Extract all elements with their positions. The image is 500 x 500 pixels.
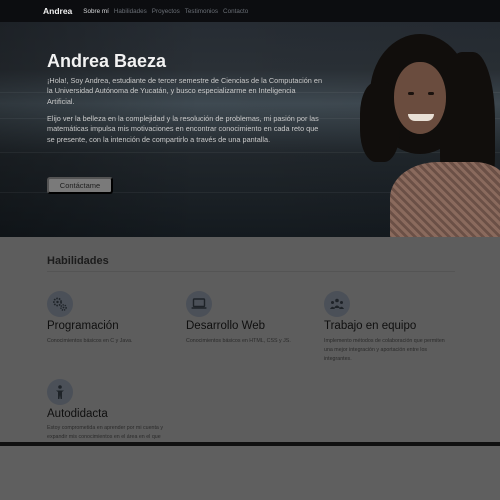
nav-link-habilidades[interactable]: Habilidades: [114, 8, 147, 15]
skill-desc-programacion: Conocimientos básicos en C y Java.: [47, 338, 133, 344]
section-divider: [47, 271, 455, 272]
skill-desc-desarrollo-web: Conocimientos básicos en HTML, CSS y JS.: [186, 338, 291, 344]
contact-button[interactable]: Contáctame: [47, 177, 113, 194]
page-bottom-area: [0, 446, 500, 500]
gears-icon: [47, 291, 73, 317]
nav-link-contacto[interactable]: Contacto: [223, 8, 248, 15]
skills-title: Habilidades: [47, 255, 109, 267]
eye-shape: [408, 92, 414, 95]
laptop-icon: [186, 291, 212, 317]
eye-shape: [428, 92, 434, 95]
smile-shape: [408, 114, 434, 121]
hero-intro-paragraph: ¡Hola!, Soy Andrea, estudiante de tercer…: [47, 76, 323, 106]
hero-title: Andrea Baeza: [47, 51, 167, 71]
top-navbar: Andrea Sobre mí Habilidades Proyectos Te…: [0, 0, 500, 22]
nav-link-sobre-mi[interactable]: Sobre mí: [83, 8, 109, 15]
sweater-shape: [390, 162, 500, 237]
skill-name-trabajo-en-equipo: Trabajo en equipo: [324, 320, 417, 332]
skill-name-autodidacta: Autodidacta: [47, 408, 108, 420]
portrait-photo: [350, 22, 500, 237]
skill-name-programacion: Programación: [47, 320, 119, 332]
navbar-brand[interactable]: Andrea: [43, 6, 72, 16]
people-icon: [324, 291, 350, 317]
hero-passion-paragraph: Elijo ver la belleza en la complejidad y…: [47, 114, 319, 144]
face-shape: [394, 62, 446, 134]
nav-link-testimonios[interactable]: Testimonios: [185, 8, 218, 15]
skill-desc-trabajo-en-equipo: Implemento métodos de colaboración que p…: [324, 338, 445, 362]
skill-name-desarrollo-web: Desarrollo Web: [186, 320, 266, 332]
nav-link-proyectos[interactable]: Proyectos: [152, 8, 180, 15]
person-icon: [47, 379, 73, 405]
